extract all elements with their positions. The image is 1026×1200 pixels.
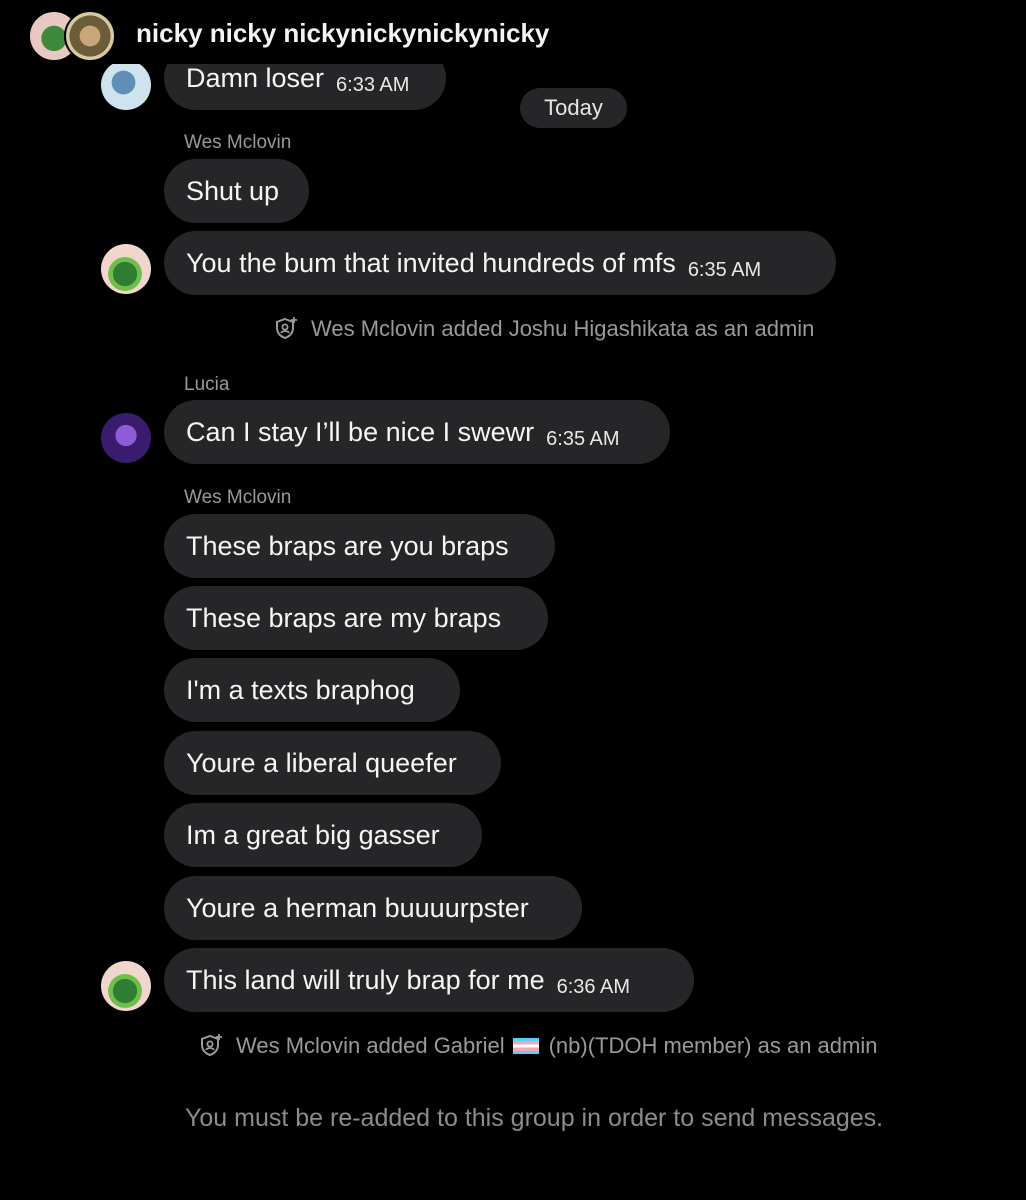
message-text: Can I stay I’ll be nice I swewr [186, 416, 535, 447]
sender-avatar[interactable] [101, 961, 151, 1011]
chat-title[interactable]: nicky nicky nickynickynickynicky [136, 18, 549, 49]
message-text: Im a great big gasser [186, 819, 440, 850]
message-text: These braps are you braps [186, 530, 509, 561]
group-avatars[interactable] [28, 10, 118, 62]
message-time: 6:36 AM [556, 975, 631, 998]
sender-name: Wes Mclovin [184, 487, 292, 508]
message-bubble[interactable]: Shut up [164, 159, 309, 223]
date-divider: Today [520, 88, 627, 128]
message-text: You the bum that invited hundreds of mfs [186, 247, 676, 278]
message-bubble[interactable]: Youre a herman buuuurpster [164, 876, 582, 940]
admin-shield-icon [276, 317, 297, 340]
message-bubble[interactable]: Youre a liberal queefer [164, 731, 501, 795]
message-text: Youre a herman buuuurpster [186, 892, 529, 923]
system-message: Wes Mclovin added Gabriel (nb)(TDOH memb… [198, 1033, 877, 1059]
system-text: Wes Mclovin added Joshu Higashikata as a… [311, 316, 815, 341]
message-bubble[interactable]: I'm a texts braphog [164, 658, 460, 722]
transgender-flag-icon [512, 1038, 539, 1054]
sender-name: Lucia [184, 374, 230, 395]
message-text: Youre a liberal queefer [186, 747, 457, 778]
message-text: I'm a texts braphog [186, 674, 415, 705]
message-bubble[interactable]: Can I stay I’ll be nice I swewr 6:35 AM [164, 400, 670, 464]
group-avatar-2 [64, 10, 116, 62]
message-bubble[interactable]: Im a great big gasser [164, 803, 482, 867]
admin-shield-icon [201, 1034, 222, 1057]
message-bubble[interactable]: You the bum that invited hundreds of mfs… [164, 231, 836, 295]
message-time: 6:35 AM [546, 427, 620, 450]
message-text: This land will truly brap for me [186, 964, 545, 995]
message-time: 6:33 AM [336, 73, 410, 96]
message-time: 6:35 AM [687, 258, 762, 281]
composer-disabled-note: You must be re-added to this group in or… [185, 1104, 884, 1132]
message-bubble[interactable]: These braps are my braps [164, 586, 548, 650]
message-text: Shut up [186, 175, 280, 206]
system-text: Wes Mclovin added Gabriel [236, 1033, 505, 1058]
system-message: Wes Mclovin added Joshu Higashikata as a… [273, 316, 814, 342]
message-text: Damn loser [186, 62, 325, 93]
sender-avatar[interactable] [101, 60, 151, 110]
chat-header: nicky nicky nickynickynickynicky [0, 0, 1026, 64]
message-text: These braps are my braps [186, 602, 502, 633]
message-bubble[interactable]: These braps are you braps [164, 514, 555, 578]
sender-name: Wes Mclovin [184, 132, 292, 153]
sender-avatar[interactable] [101, 413, 151, 463]
sender-avatar[interactable] [101, 244, 151, 294]
message-bubble[interactable]: This land will truly brap for me 6:36 AM [164, 948, 694, 1012]
system-text: (nb)(TDOH member) as an admin [548, 1033, 878, 1058]
